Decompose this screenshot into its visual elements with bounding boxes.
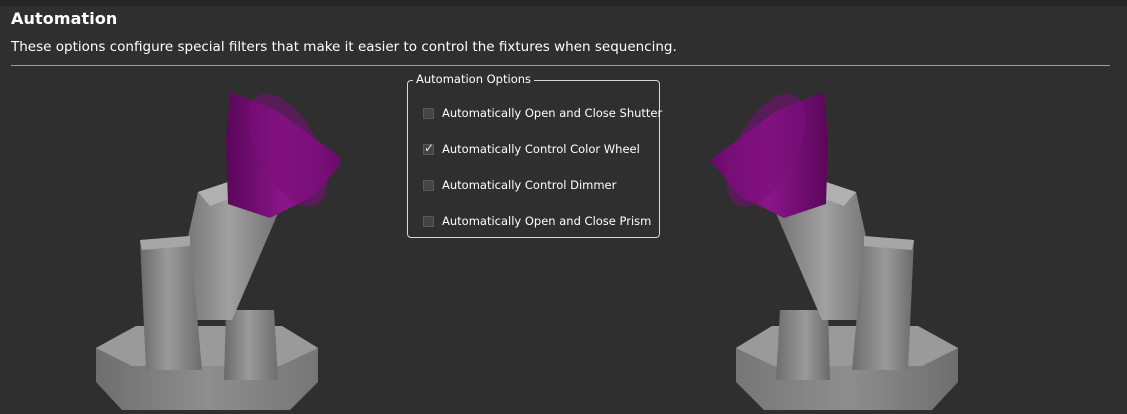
- color-wheel-option-label[interactable]: Automatically Control Color Wheel: [442, 142, 640, 156]
- option-color-wheel[interactable]: ✓ Automatically Control Color Wheel: [423, 141, 640, 157]
- color-wheel-checkbox[interactable]: ✓: [423, 140, 435, 155]
- moving-head-fixture-left: [96, 92, 340, 410]
- header-divider: [11, 65, 1110, 66]
- dimmer-checkbox[interactable]: [423, 179, 434, 191]
- fixture-yoke-arm-rear: [776, 310, 830, 380]
- automation-panel: Automation These options configure speci…: [0, 0, 1127, 414]
- option-shutter[interactable]: Automatically Open and Close Shutter: [423, 105, 662, 121]
- fixture-yoke-arm-rear: [224, 310, 278, 380]
- shutter-checkbox[interactable]: [423, 107, 434, 119]
- prism-option-label[interactable]: Automatically Open and Close Prism: [442, 214, 651, 228]
- automation-options-group: Automation Options Automatically Open an…: [407, 72, 662, 238]
- page-title: Automation: [11, 9, 118, 28]
- moving-head-fixture-right: [710, 92, 958, 410]
- option-dimmer[interactable]: Automatically Control Dimmer: [423, 177, 616, 193]
- prism-checkbox[interactable]: [423, 215, 434, 227]
- automation-options-legend: Automation Options: [413, 72, 535, 86]
- checkmark-icon: ✓: [424, 140, 435, 155]
- dimmer-option-label[interactable]: Automatically Control Dimmer: [442, 178, 616, 192]
- page-description: These options configure special filters …: [11, 39, 677, 55]
- shutter-option-label[interactable]: Automatically Open and Close Shutter: [442, 106, 662, 120]
- option-prism[interactable]: Automatically Open and Close Prism: [423, 213, 651, 229]
